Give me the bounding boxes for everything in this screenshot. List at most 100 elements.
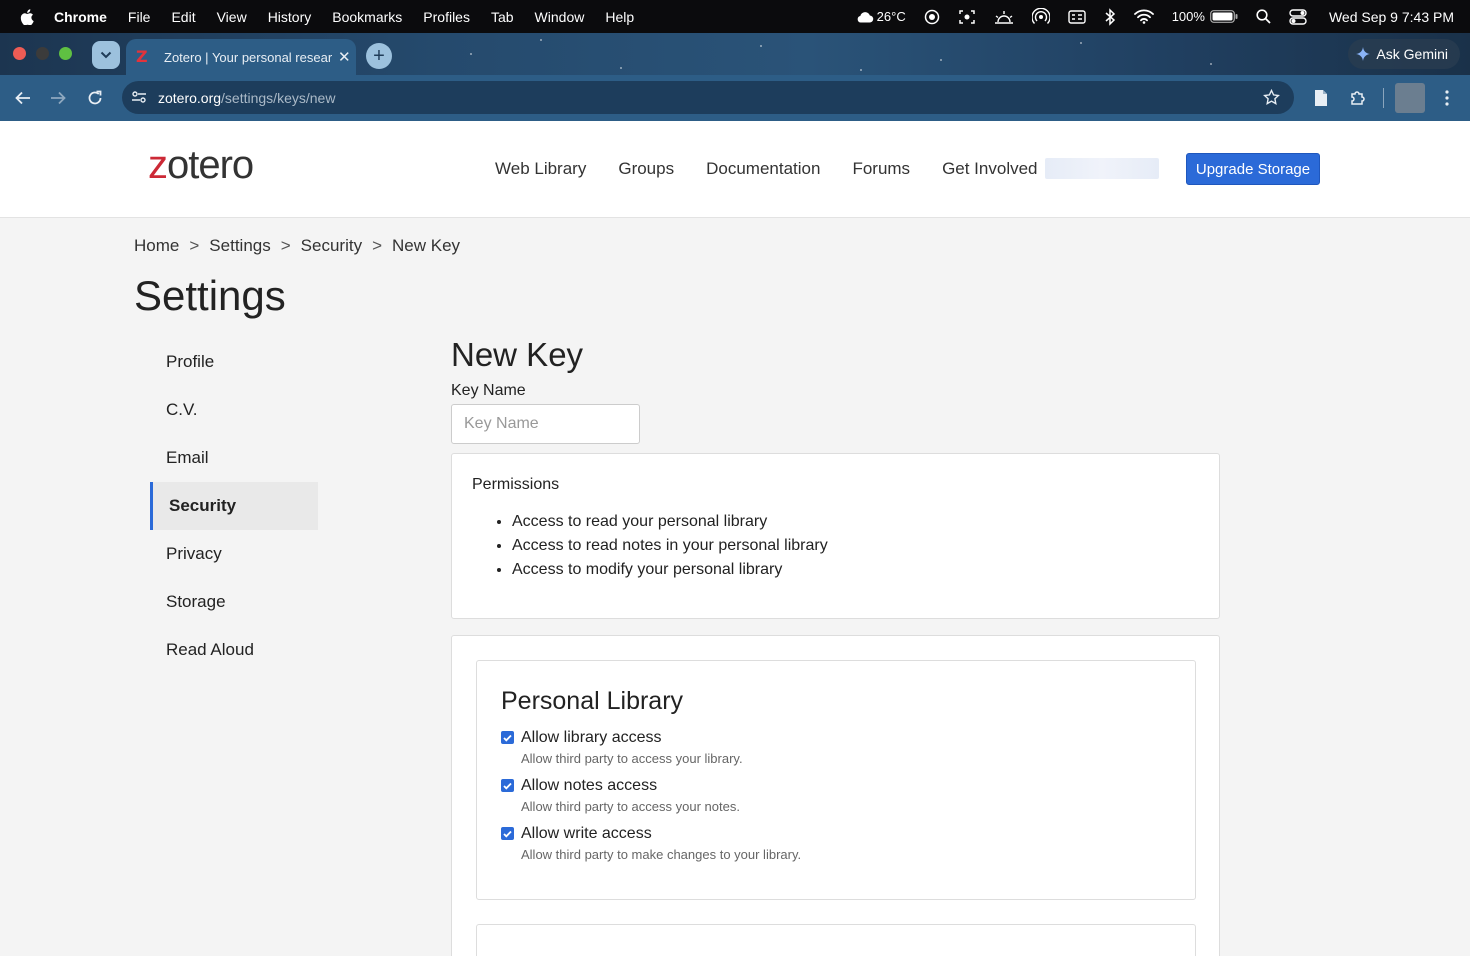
control-center-icon[interactable] <box>1289 8 1307 25</box>
sidenav-item-security[interactable]: Security <box>150 482 318 530</box>
nav-get-involved[interactable]: Get Involved <box>942 159 1037 179</box>
reading-list-icon[interactable] <box>1310 87 1332 109</box>
menu-edit[interactable]: Edit <box>171 9 195 25</box>
spotlight-search-icon[interactable] <box>1256 9 1271 24</box>
breadcrumb-home[interactable]: Home <box>134 236 179 256</box>
site-nav: Web Library Groups Documentation Forums … <box>495 159 1070 179</box>
allow-notes-access-option: Allow notes access Allow third party to … <box>501 776 1171 814</box>
permission-item: Access to read your personal library <box>512 510 1199 534</box>
allow-notes-access-help: Allow third party to access your notes. <box>521 799 740 814</box>
allow-write-access-label[interactable]: Allow write access <box>521 824 801 844</box>
battery-icon <box>1210 10 1238 23</box>
menu-history[interactable]: History <box>268 9 312 25</box>
reload-button[interactable] <box>82 85 108 111</box>
macos-menubar: Chrome File Edit View History Bookmarks … <box>0 0 1470 33</box>
profile-avatar[interactable] <box>1395 83 1425 113</box>
battery-percent: 100% <box>1171 9 1205 24</box>
extensions-puzzle-icon[interactable] <box>1347 87 1369 109</box>
url-text[interactable]: zotero.org/settings/keys/new <box>158 90 335 106</box>
key-name-input[interactable] <box>451 404 640 444</box>
window-zoom-button[interactable] <box>59 47 72 60</box>
groups-section <box>476 924 1196 956</box>
permission-item: Access to modify your personal library <box>512 558 1199 582</box>
weather-temp: 26°C <box>876 9 906 24</box>
address-bar[interactable]: zotero.org/settings/keys/new <box>122 81 1294 114</box>
menu-profiles[interactable]: Profiles <box>423 9 470 25</box>
site-header: zotero Web Library Groups Documentation … <box>0 121 1470 218</box>
more-menu-icon[interactable] <box>1436 87 1458 109</box>
sidenav-item-read-aloud[interactable]: Read Aloud <box>150 626 318 674</box>
nav-forums[interactable]: Forums <box>852 159 910 179</box>
tab-search-button[interactable] <box>92 41 120 69</box>
settings-sidenav: Profile C.V. Email Security Privacy Stor… <box>150 338 318 674</box>
nav-documentation[interactable]: Documentation <box>706 159 820 179</box>
clock[interactable]: Wed Sep 9 7:43 PM <box>1329 9 1454 25</box>
checkmark-icon <box>503 782 512 790</box>
permissions-title: Permissions <box>472 476 560 493</box>
url-host: zotero.org <box>158 89 222 106</box>
ask-gemini-label: Ask Gemini <box>1376 46 1448 62</box>
menu-bookmarks[interactable]: Bookmarks <box>332 9 402 25</box>
allow-library-access-checkbox[interactable] <box>501 731 514 744</box>
breadcrumb-separator: > <box>372 236 383 255</box>
sidenav-item-storage[interactable]: Storage <box>150 578 318 626</box>
nav-web-library[interactable]: Web Library <box>495 159 586 179</box>
breadcrumb-security[interactable]: Security <box>301 236 362 256</box>
allow-notes-access-label[interactable]: Allow notes access <box>521 776 740 796</box>
menu-app-name[interactable]: Chrome <box>54 9 107 25</box>
personal-library-section: Personal Library Allow library access Al… <box>476 660 1196 900</box>
url-path: /settings/keys/new <box>221 89 336 106</box>
chevron-down-icon <box>100 51 112 59</box>
menu-view[interactable]: View <box>217 9 247 25</box>
sidenav-item-privacy[interactable]: Privacy <box>150 530 318 578</box>
permissions-summary: Permissions Access to read your personal… <box>451 453 1220 619</box>
menu-help[interactable]: Help <box>605 9 634 25</box>
breadcrumb-separator: > <box>189 236 200 255</box>
tab-close-icon[interactable]: ✕ <box>338 48 351 66</box>
new-tab-button[interactable]: + <box>366 43 392 69</box>
allow-write-access-checkbox[interactable] <box>501 827 514 840</box>
tab-title: Zotero | Your personal research <box>164 49 332 65</box>
gemini-sparkle-icon <box>1356 47 1371 61</box>
menu-window[interactable]: Window <box>535 9 585 25</box>
allow-library-access-option: Allow library access Allow third party t… <box>501 728 1171 766</box>
access-settings-card: Personal Library Allow library access Al… <box>451 635 1220 956</box>
airdrop-icon[interactable] <box>1031 7 1050 26</box>
allow-library-access-label[interactable]: Allow library access <box>521 728 743 748</box>
user-menu-placeholder[interactable] <box>1045 158 1159 179</box>
screen-capture-icon[interactable] <box>958 9 976 25</box>
forward-button[interactable] <box>45 85 71 111</box>
breadcrumb-new-key: New Key <box>392 236 461 255</box>
checkmark-icon <box>503 830 512 838</box>
wifi-icon[interactable] <box>1133 9 1154 24</box>
ask-gemini-button[interactable]: Ask Gemini <box>1348 39 1460 69</box>
zotero-logo[interactable]: zotero <box>148 143 254 188</box>
apple-icon[interactable] <box>20 8 34 25</box>
key-name-label: Key Name <box>451 382 526 399</box>
battery-status[interactable]: 100% <box>1172 9 1238 24</box>
brightness-icon[interactable] <box>994 10 1014 24</box>
breadcrumb-separator: > <box>280 236 291 255</box>
bluetooth-icon[interactable] <box>1104 7 1116 26</box>
window-minimize-button[interactable] <box>36 47 49 60</box>
permission-item: Access to read notes in your personal li… <box>512 534 1199 558</box>
menu-file[interactable]: File <box>128 9 151 25</box>
bookmark-star-icon[interactable] <box>1263 88 1280 111</box>
keyboard-input-icon[interactable] <box>1068 9 1086 24</box>
window-close-button[interactable] <box>13 47 26 60</box>
back-button[interactable] <box>10 85 36 111</box>
sidenav-item-cv[interactable]: C.V. <box>150 386 318 434</box>
sidenav-item-email[interactable]: Email <box>150 434 318 482</box>
sidenav-item-profile[interactable]: Profile <box>150 338 318 386</box>
breadcrumb-settings[interactable]: Settings <box>209 236 270 256</box>
nav-groups[interactable]: Groups <box>618 159 674 179</box>
browser-tab-active[interactable]: Z Zotero | Your personal research ✕ <box>126 39 356 75</box>
weather-status[interactable]: 26°C <box>856 9 906 24</box>
record-icon[interactable] <box>924 9 940 25</box>
arrow-left-icon <box>15 91 30 105</box>
site-settings-icon[interactable] <box>131 89 147 110</box>
upgrade-storage-button[interactable]: Upgrade Storage <box>1186 153 1320 185</box>
menu-tab[interactable]: Tab <box>491 9 514 25</box>
allow-write-access-option: Allow write access Allow third party to … <box>501 824 1171 862</box>
allow-notes-access-checkbox[interactable] <box>501 779 514 792</box>
